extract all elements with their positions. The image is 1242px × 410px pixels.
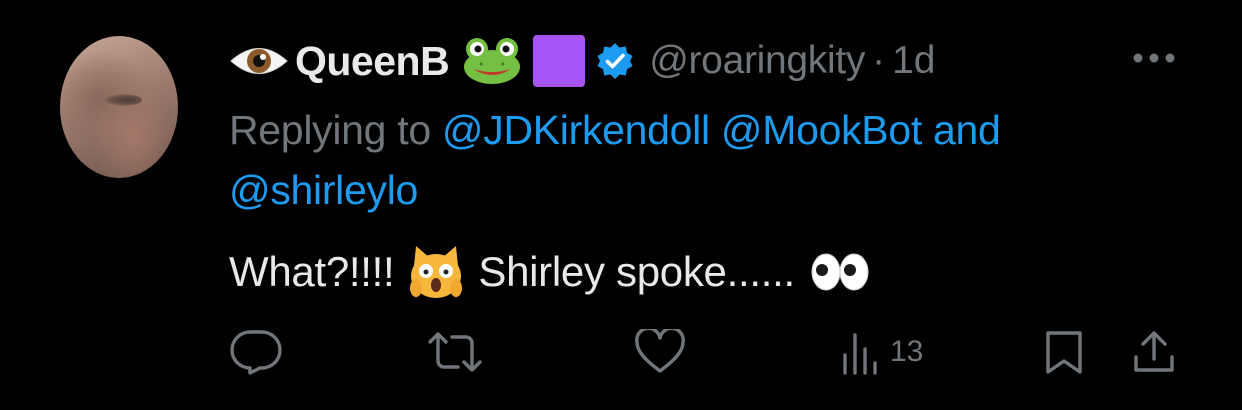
- weary-cat-emoji: [410, 246, 463, 298]
- tweet-text: What?!!!! Shirley spoke......: [229, 240, 871, 304]
- like-icon: [635, 329, 685, 373]
- frog-emoji: [464, 38, 521, 84]
- eye-emoji: [230, 48, 288, 74]
- bookmark-icon: [1046, 331, 1082, 374]
- share-icon: [1134, 331, 1174, 372]
- bookmark-button[interactable]: [1044, 322, 1084, 382]
- avatar[interactable]: [60, 36, 178, 178]
- replying-to-conjunction: and: [933, 107, 1001, 153]
- user-handle[interactable]: @roaringkity: [649, 39, 865, 83]
- tweet-text-part: Shirley spoke......: [478, 248, 795, 295]
- more-options-icon[interactable]: [1130, 50, 1178, 66]
- mention-link[interactable]: @JDKirkendoll: [442, 107, 710, 153]
- reply-icon: [230, 330, 282, 375]
- tweet-timestamp[interactable]: 1d: [892, 39, 935, 83]
- retweet-icon: [428, 332, 482, 372]
- avatar-mouth-detail: [138, 174, 174, 178]
- header-separator: ·: [872, 39, 886, 82]
- views-count: 13: [890, 335, 924, 368]
- verified-badge-icon: [597, 43, 633, 79]
- mention-link[interactable]: @MookBot: [721, 107, 922, 153]
- tweet-text-part: What?!!!!: [229, 248, 395, 295]
- display-name[interactable]: QueenB: [295, 38, 450, 85]
- views-icon: [843, 333, 877, 375]
- retweet-button[interactable]: [426, 322, 484, 382]
- tweet-actions: 13: [0, 322, 1242, 382]
- reply-button[interactable]: [228, 322, 284, 382]
- like-button[interactable]: [634, 322, 686, 382]
- replying-to-label: Replying to: [229, 107, 431, 153]
- avatar-eye-detail: [104, 94, 142, 106]
- tweet[interactable]: QueenB @roaringkity · 1d Replying to @JD…: [0, 0, 1242, 410]
- purple-square-emoji: [533, 35, 586, 87]
- share-button[interactable]: [1132, 322, 1176, 382]
- tweet-header: QueenB @roaringkity · 1d: [229, 35, 935, 87]
- replying-to: Replying to @JDKirkendoll @MookBot and @…: [229, 100, 1169, 220]
- eyes-emoji: [811, 253, 869, 291]
- mention-link[interactable]: @shirleylo: [229, 167, 418, 213]
- views-button[interactable]: 13: [840, 322, 923, 382]
